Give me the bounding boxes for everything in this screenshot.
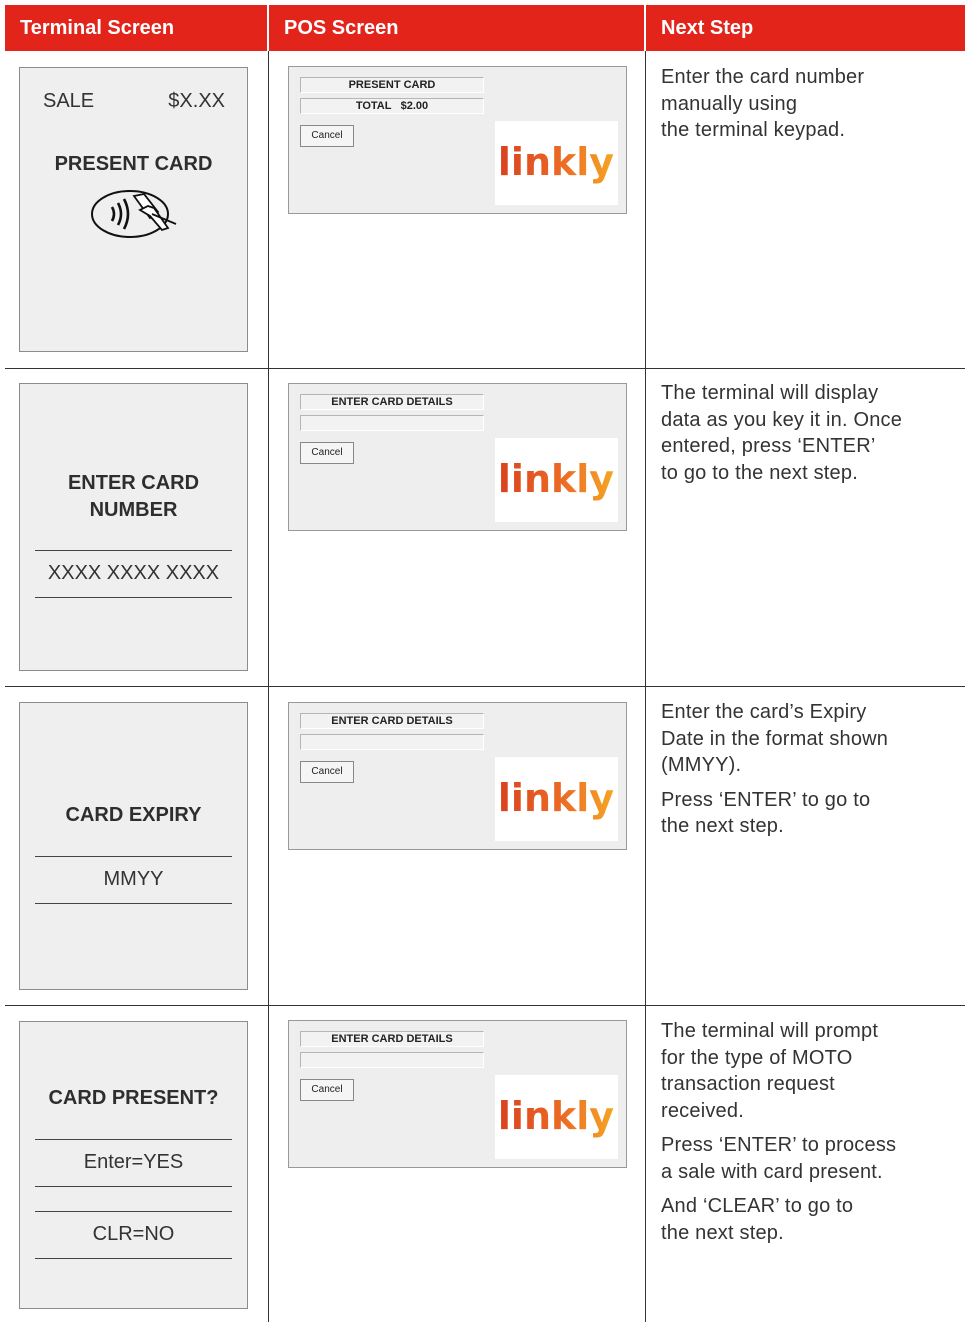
linkly-logo-mark: linkly bbox=[498, 457, 614, 501]
linkly-logo-mark: linkly bbox=[498, 1094, 614, 1138]
header-pos-screen: POS Screen bbox=[269, 5, 644, 51]
next-step-text: Enter the card number manually using the… bbox=[661, 64, 951, 152]
pos-status-field: ENTER CARD DETAILS bbox=[300, 713, 484, 729]
divider bbox=[35, 597, 232, 598]
divider bbox=[35, 1211, 232, 1212]
next-step-paragraph: Press ‘ENTER’ to process a sale with car… bbox=[661, 1134, 897, 1183]
pos-input-field bbox=[300, 415, 484, 431]
linkly-logo-mark: linkly bbox=[498, 776, 614, 820]
pos-status-field: ENTER CARD DETAILS bbox=[300, 1031, 484, 1047]
option-no: CLR=NO bbox=[92, 1223, 175, 1245]
pos-input-field bbox=[300, 1052, 484, 1068]
linkly-logo: linkly bbox=[495, 121, 618, 205]
row-divider bbox=[5, 686, 965, 687]
option-yes: Enter=YES bbox=[83, 1151, 184, 1173]
terminal-sale-label: SALE bbox=[43, 90, 95, 112]
linkly-logo-mark: linkly bbox=[498, 140, 614, 184]
pos-input-field bbox=[300, 734, 484, 750]
next-step-text: Enter the card’s Expiry Date in the form… bbox=[661, 699, 951, 848]
divider bbox=[35, 1258, 232, 1259]
divider bbox=[35, 1186, 232, 1187]
svg-text:linkly: linkly bbox=[498, 140, 614, 184]
terminal-screen-enter-card-number: ENTER CARD NUMBER XXXX XXXX XXXX bbox=[19, 383, 248, 671]
linkly-logo: linkly bbox=[495, 757, 618, 841]
row-divider bbox=[5, 368, 965, 369]
pos-total-label: TOTAL bbox=[355, 100, 392, 112]
pos-screen-enter-card-details: ENTER CARD DETAILS Cancel linkly bbox=[288, 1020, 627, 1168]
divider bbox=[35, 856, 232, 857]
terminal-screen-card-present: CARD PRESENT? Enter=YES CLR=NO bbox=[19, 1021, 248, 1309]
next-step-text: The terminal will display data as you ke… bbox=[661, 380, 951, 494]
pos-status-field: ENTER CARD DETAILS bbox=[300, 394, 484, 410]
svg-text:linkly: linkly bbox=[498, 776, 614, 820]
cancel-button[interactable]: Cancel bbox=[300, 1079, 354, 1101]
svg-text:linkly: linkly bbox=[498, 1094, 614, 1138]
divider bbox=[35, 550, 232, 551]
next-step-paragraph: Press ‘ENTER’ to go to the next step. bbox=[661, 788, 871, 838]
next-step-paragraph: And ‘CLEAR’ to go to the next step. bbox=[661, 1195, 854, 1244]
next-step-text: The terminal will prompt for the type of… bbox=[661, 1018, 951, 1254]
pos-status-field: PRESENT CARD bbox=[300, 77, 484, 93]
contactless-card-icon bbox=[91, 190, 177, 238]
pos-screen-enter-card-details: ENTER CARD DETAILS Cancel linkly bbox=[288, 702, 627, 850]
cancel-button[interactable]: Cancel bbox=[300, 125, 354, 147]
card-number-value: XXXX XXXX XXXX bbox=[47, 562, 220, 584]
pos-screen-present-card: PRESENT CARD TOTAL $2.00 Cancel linkly bbox=[288, 66, 627, 214]
terminal-screen-present-card: SALE $X.XX PRESENT CARD bbox=[19, 67, 248, 352]
expiry-format-value: MMYY bbox=[103, 868, 164, 890]
pos-screen-enter-card-details: ENTER CARD DETAILS Cancel linkly bbox=[288, 383, 627, 531]
cancel-button[interactable]: Cancel bbox=[300, 761, 354, 783]
terminal-title-line2: NUMBER bbox=[89, 499, 178, 521]
linkly-logo: linkly bbox=[495, 438, 618, 522]
row-divider bbox=[5, 1005, 965, 1006]
next-step-paragraph: Enter the card number manually using the… bbox=[661, 66, 865, 141]
terminal-title-line1: ENTER CARD bbox=[67, 472, 200, 494]
pos-total-value: $2.00 bbox=[400, 100, 429, 112]
pos-total-field: TOTAL $2.00 bbox=[300, 98, 484, 114]
terminal-title: CARD PRESENT? bbox=[48, 1087, 219, 1109]
divider bbox=[35, 903, 232, 904]
terminal-screen-card-expiry: CARD EXPIRY MMYY bbox=[19, 702, 248, 990]
divider bbox=[35, 1139, 232, 1140]
linkly-logo: linkly bbox=[495, 1075, 618, 1159]
header-next-step: Next Step bbox=[646, 5, 965, 51]
next-step-paragraph: The terminal will display data as you ke… bbox=[661, 382, 903, 484]
terminal-title: CARD EXPIRY bbox=[65, 804, 202, 826]
next-step-paragraph: Enter the card’s Expiry Date in the form… bbox=[661, 701, 889, 776]
header-terminal-screen: Terminal Screen bbox=[5, 5, 267, 51]
cancel-button[interactable]: Cancel bbox=[300, 442, 354, 464]
table-header: Terminal Screen POS Screen Next Step bbox=[5, 5, 965, 51]
next-step-paragraph: The terminal will prompt for the type of… bbox=[661, 1020, 879, 1122]
svg-text:linkly: linkly bbox=[498, 457, 614, 501]
terminal-title: PRESENT CARD bbox=[54, 153, 213, 175]
terminal-amount: $X.XX bbox=[168, 90, 225, 112]
